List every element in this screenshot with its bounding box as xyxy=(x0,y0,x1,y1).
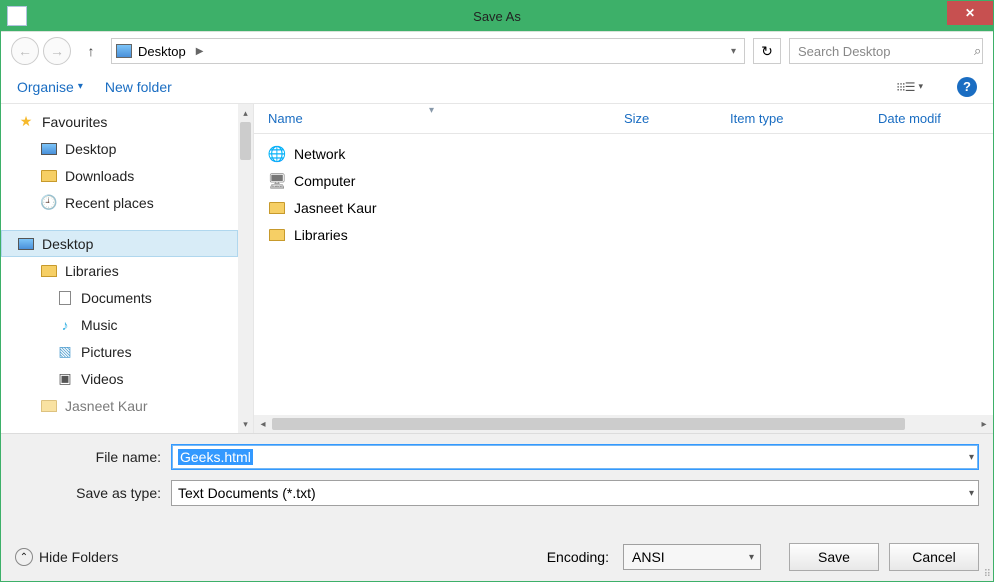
tree-item-recent[interactable]: 🕘Recent places xyxy=(1,189,238,216)
chevron-up-icon: ⌃ xyxy=(15,548,33,566)
computer-icon: 🖥 xyxy=(268,173,286,189)
scroll-down-icon[interactable]: ▾ xyxy=(238,415,253,433)
folder-icon xyxy=(40,398,58,414)
folder-icon xyxy=(40,168,58,184)
tree-favourites[interactable]: ★Favourites xyxy=(1,108,238,135)
pictures-icon: ▧ xyxy=(56,344,74,360)
save-type-label: Save as type: xyxy=(15,485,171,501)
file-list-pane: Name ▾ Size Item type Date modif 🌐Networ… xyxy=(254,104,993,433)
tree-item-documents[interactable]: Documents xyxy=(1,284,238,311)
view-icon: ⁝⁝⁝☰ xyxy=(896,80,914,94)
list-item[interactable]: 🌐Network xyxy=(268,140,993,167)
column-date[interactable]: Date modif xyxy=(864,104,993,133)
network-icon: 🌐 xyxy=(268,146,286,162)
encoding-label: Encoding: xyxy=(547,549,609,565)
list-item[interactable]: Libraries xyxy=(268,221,993,248)
tree-item-videos[interactable]: ▣Videos xyxy=(1,365,238,392)
save-button[interactable]: Save xyxy=(789,543,879,571)
tree-libraries[interactable]: Libraries xyxy=(1,257,238,284)
tree-desktop-root[interactable]: Desktop xyxy=(1,230,238,257)
chevron-down-icon[interactable]: ▾ xyxy=(969,452,974,463)
libraries-icon xyxy=(40,263,58,279)
sort-indicator-icon: ▾ xyxy=(429,105,434,116)
navigation-tree[interactable]: ★Favourites Desktop Downloads 🕘Recent pl… xyxy=(1,104,238,433)
tree-item-desktop[interactable]: Desktop xyxy=(1,135,238,162)
toolbar: Organise▾ New folder ⁝⁝⁝☰ ▾ ? xyxy=(1,70,993,104)
tree-item-downloads[interactable]: Downloads xyxy=(1,162,238,189)
file-name-field[interactable]: Geeks.html ▾ xyxy=(171,444,979,470)
column-type[interactable]: Item type xyxy=(716,104,864,133)
document-icon xyxy=(56,290,74,306)
encoding-select[interactable]: ANSI ▾ xyxy=(623,544,761,570)
scroll-up-icon[interactable]: ▴ xyxy=(238,104,253,122)
cancel-button[interactable]: Cancel xyxy=(889,543,979,571)
bottom-panel: File name: Geeks.html ▾ Save as type: Te… xyxy=(1,433,993,581)
titlebar[interactable]: Save As ✕ xyxy=(1,1,993,31)
save-as-dialog: Save As ✕ ← → ↑ Desktop ▶ ▾ ↻ ⌕ Organise… xyxy=(0,0,994,582)
scroll-left-icon[interactable]: ◂ xyxy=(254,419,272,430)
save-type-field[interactable]: Text Documents (*.txt) ▾ xyxy=(171,480,979,506)
chevron-down-icon[interactable]: ▾ xyxy=(749,552,754,563)
window-title: Save As xyxy=(473,9,521,24)
scroll-thumb[interactable] xyxy=(272,418,905,430)
monitor-icon xyxy=(40,141,58,157)
scroll-right-icon[interactable]: ▸ xyxy=(975,419,993,430)
refresh-button[interactable]: ↻ xyxy=(753,38,781,64)
hide-folders-button[interactable]: ⌃ Hide Folders xyxy=(15,548,118,566)
search-icon: ⌕ xyxy=(974,43,981,59)
view-options-button[interactable]: ⁝⁝⁝☰ ▾ xyxy=(896,80,923,94)
resize-grip[interactable]: ⠿ xyxy=(984,572,989,577)
chevron-right-icon[interactable]: ▶ xyxy=(192,46,208,57)
scroll-thumb[interactable] xyxy=(240,122,251,160)
breadcrumb-desktop[interactable]: Desktop xyxy=(138,44,186,59)
navigation-bar: ← → ↑ Desktop ▶ ▾ ↻ ⌕ xyxy=(1,32,993,70)
chevron-down-icon[interactable]: ▾ xyxy=(969,488,974,499)
search-input[interactable] xyxy=(798,44,974,59)
column-size[interactable]: Size xyxy=(610,104,716,133)
back-button[interactable]: ← xyxy=(11,37,39,65)
libraries-icon xyxy=(268,227,286,243)
recent-icon: 🕘 xyxy=(40,195,58,211)
star-icon: ★ xyxy=(17,114,35,130)
tree-item-user[interactable]: Jasneet Kaur xyxy=(1,392,238,419)
file-name-value[interactable]: Geeks.html xyxy=(178,449,253,465)
up-button[interactable]: ↑ xyxy=(81,41,101,61)
search-box[interactable]: ⌕ xyxy=(789,38,983,64)
monitor-icon xyxy=(17,236,35,252)
tree-item-music[interactable]: ♪Music xyxy=(1,311,238,338)
help-button[interactable]: ? xyxy=(957,77,977,97)
user-folder-icon xyxy=(268,200,286,216)
file-list[interactable]: 🌐Network 🖥Computer Jasneet Kaur Librarie… xyxy=(254,134,993,415)
save-type-value: Text Documents (*.txt) xyxy=(178,485,316,501)
music-icon: ♪ xyxy=(56,317,74,333)
tree-scrollbar[interactable]: ▴ ▾ xyxy=(238,104,253,433)
organise-menu[interactable]: Organise▾ xyxy=(17,79,83,95)
address-dropdown[interactable]: ▾ xyxy=(727,46,740,57)
address-bar[interactable]: Desktop ▶ ▾ xyxy=(111,38,745,64)
column-headers[interactable]: Name ▾ Size Item type Date modif xyxy=(254,104,993,134)
list-item[interactable]: Jasneet Kaur xyxy=(268,194,993,221)
monitor-icon xyxy=(116,44,132,58)
videos-icon: ▣ xyxy=(56,371,74,387)
list-item[interactable]: 🖥Computer xyxy=(268,167,993,194)
new-folder-button[interactable]: New folder xyxy=(105,79,172,95)
file-name-label: File name: xyxy=(15,449,171,465)
encoding-value: ANSI xyxy=(632,549,665,565)
horizontal-scrollbar[interactable]: ◂ ▸ xyxy=(254,415,993,433)
close-button[interactable]: ✕ xyxy=(947,1,993,25)
app-icon xyxy=(7,6,27,26)
tree-item-pictures[interactable]: ▧Pictures xyxy=(1,338,238,365)
forward-button[interactable]: → xyxy=(43,37,71,65)
